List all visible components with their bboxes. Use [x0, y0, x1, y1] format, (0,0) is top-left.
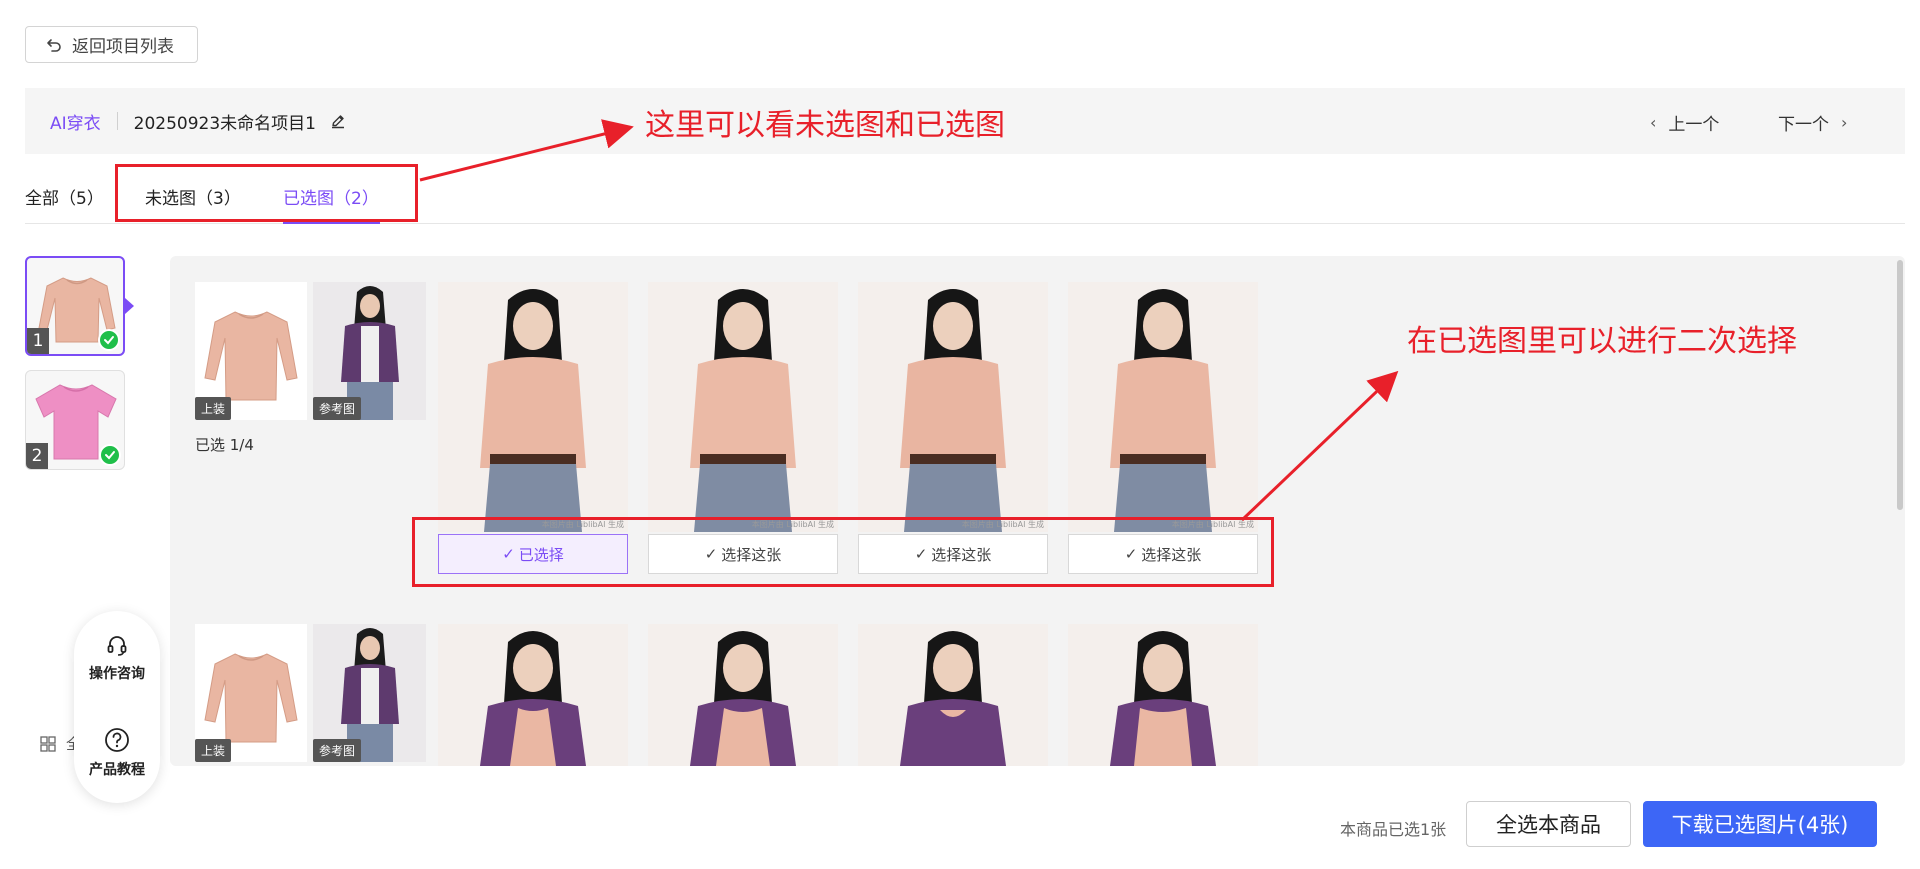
model-photo [900, 631, 1006, 766]
edit-pencil-icon[interactable] [330, 113, 346, 129]
model-photo [1110, 631, 1216, 766]
generated-image-4[interactable]: 本图片由 LiblibAI 生成 [1068, 282, 1258, 532]
generated-image-5[interactable] [438, 624, 628, 766]
product-thumbnail-2[interactable]: 2 [25, 370, 125, 470]
next-label: 下一个 [1778, 115, 1829, 135]
undo-arrow-icon [47, 38, 61, 52]
generated-image-3[interactable]: 本图片由 LiblibAI 生成 [858, 282, 1048, 532]
reference-image[interactable]: 参考图 [313, 624, 426, 762]
back-to-projects-button[interactable]: 返回项目列表 [25, 26, 198, 63]
model-photo [690, 289, 796, 532]
chevron-right-icon: › [1841, 113, 1848, 132]
app-name[interactable]: AI穿衣 [50, 109, 101, 134]
model-photo [690, 631, 796, 766]
annotation-note-reselect: 在已选图里可以进行二次选择 [1407, 324, 1797, 359]
chevron-left-icon: ‹ [1650, 113, 1657, 132]
product-number: 1 [27, 328, 49, 354]
project-name: 20250923未命名项目1 [133, 113, 316, 134]
consult-label: 操作咨询 [89, 666, 145, 682]
question-circle-icon [105, 728, 129, 752]
reference-tag: 参考图 [313, 739, 362, 762]
next-item-button[interactable]: 下一个 › [1778, 110, 1847, 135]
garment-tag: 上装 [195, 739, 232, 762]
garment-image[interactable]: 上装 [195, 624, 307, 762]
header-divider [116, 112, 118, 130]
product-selected-count: 本商品已选1张 [1340, 820, 1447, 839]
download-selected-button[interactable]: 下载已选图片(4张) [1643, 801, 1877, 847]
garment-image[interactable]: 上装 [195, 282, 307, 420]
generated-image-1[interactable]: 本图片由 LiblibAI 生成 [438, 282, 628, 532]
floating-help-widget: 操作咨询 产品教程 [74, 611, 160, 803]
select-all-label: 全选本商品 [1496, 813, 1601, 837]
annotation-box-tabs [115, 164, 418, 222]
selected-check-icon [98, 329, 120, 351]
previous-item-button[interactable]: ‹ 上一个 [1650, 110, 1719, 135]
tab-all[interactable]: 全部（5） [25, 184, 104, 209]
previous-label: 上一个 [1668, 115, 1720, 135]
product-number: 2 [26, 443, 48, 469]
active-thumbnail-pointer [125, 298, 134, 314]
selected-check-icon [99, 444, 121, 466]
model-photo [480, 289, 586, 532]
generated-image-7[interactable] [858, 624, 1048, 766]
tutorial-label: 产品教程 [89, 762, 145, 778]
generated-image-2[interactable]: 本图片由 LiblibAI 生成 [648, 282, 838, 532]
headset-icon [107, 636, 127, 656]
reference-image[interactable]: 参考图 [313, 282, 426, 420]
annotation-box-select-buttons [412, 517, 1274, 587]
download-label: 下载已选图片(4张) [1671, 813, 1849, 837]
consult-button[interactable]: 操作咨询 [74, 633, 160, 683]
annotation-note-tabs: 这里可以看未选图和已选图 [645, 108, 1005, 143]
grid-icon [40, 735, 56, 752]
model-photo [900, 289, 1006, 532]
select-all-product-button[interactable]: 全选本商品 [1466, 801, 1631, 847]
generated-image-6[interactable] [648, 624, 838, 766]
panel-scrollbar[interactable] [1897, 260, 1903, 510]
product-thumbnail-1[interactable]: 1 [25, 256, 125, 356]
back-button-label: 返回项目列表 [72, 37, 174, 57]
model-photo [480, 631, 586, 766]
model-photo [1110, 289, 1216, 532]
generated-image-8[interactable] [1068, 624, 1258, 766]
selection-count: 已选 1/4 [195, 436, 254, 454]
garment-tag: 上装 [195, 397, 232, 420]
tutorial-button[interactable]: 产品教程 [74, 727, 160, 779]
reference-tag: 参考图 [313, 397, 362, 420]
